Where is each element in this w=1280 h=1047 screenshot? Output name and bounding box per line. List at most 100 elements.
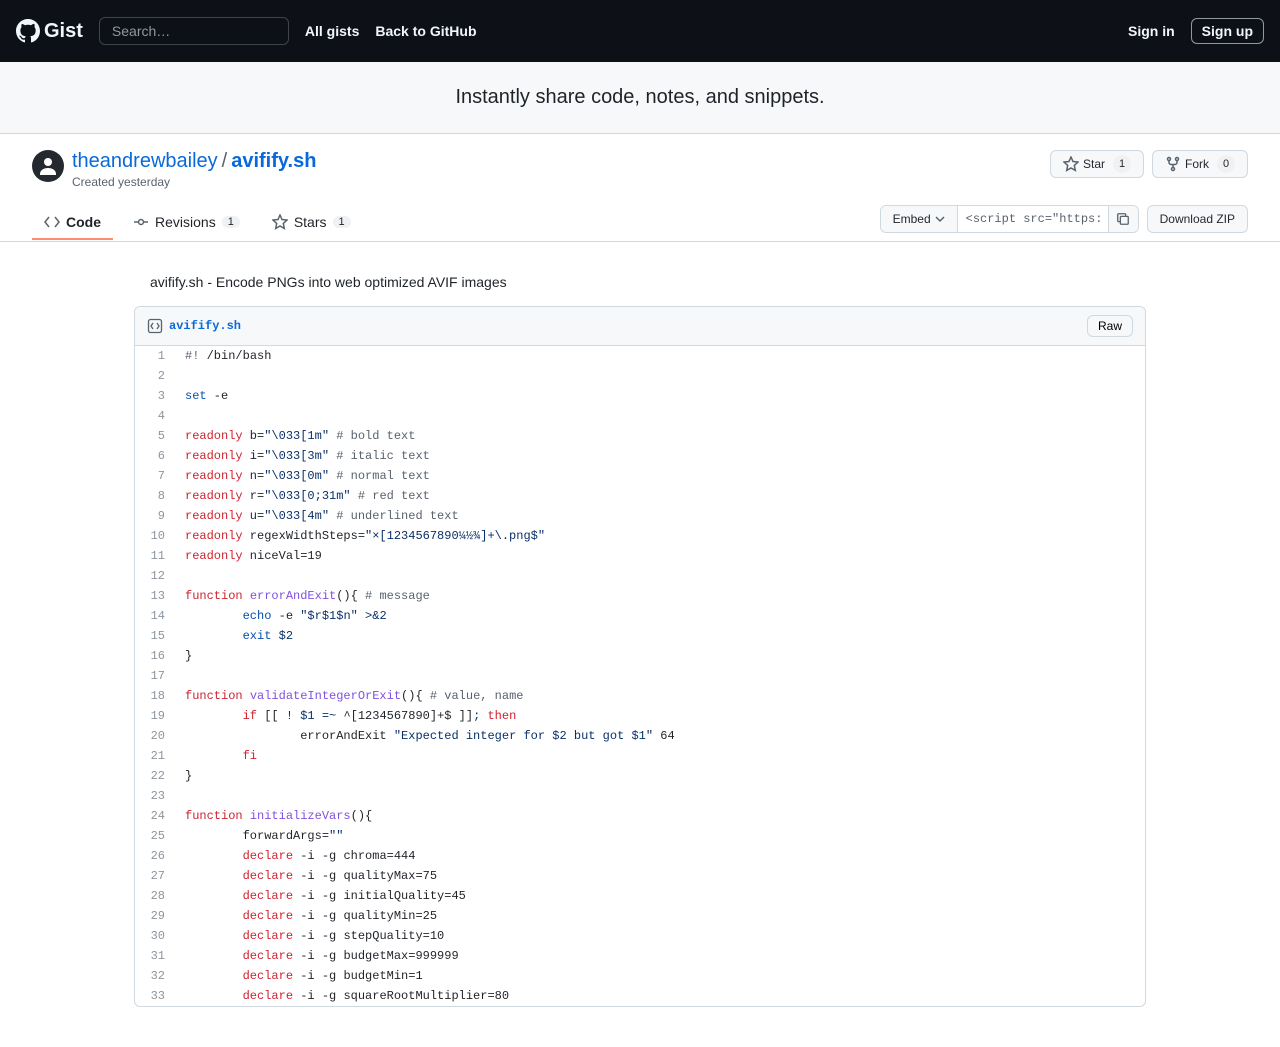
copy-icon — [1116, 212, 1130, 226]
code-line: 24function initializeVars(){ — [135, 806, 1145, 826]
star-button[interactable]: Star 1 — [1050, 150, 1144, 178]
line-number[interactable]: 32 — [135, 966, 175, 986]
line-number[interactable]: 7 — [135, 466, 175, 486]
line-number[interactable]: 19 — [135, 706, 175, 726]
line-number[interactable]: 33 — [135, 986, 175, 1006]
line-content: declare -i -g qualityMin=25 — [175, 906, 1145, 926]
embed-dropdown[interactable]: Embed — [881, 206, 958, 232]
line-number[interactable]: 1 — [135, 346, 175, 366]
path-sep: / — [222, 150, 228, 172]
line-number[interactable]: 5 — [135, 426, 175, 446]
code-line: 11readonly niceVal=19 — [135, 546, 1145, 566]
nav-all-gists[interactable]: All gists — [305, 23, 359, 39]
code-line: 22} — [135, 766, 1145, 786]
code-icon — [44, 214, 60, 230]
line-number[interactable]: 17 — [135, 666, 175, 686]
line-number[interactable]: 15 — [135, 626, 175, 646]
line-content: readonly r="\033[0;31m" # red text — [175, 486, 1145, 506]
line-number[interactable]: 9 — [135, 506, 175, 526]
line-number[interactable]: 27 — [135, 866, 175, 886]
code-line: 21 fi — [135, 746, 1145, 766]
tab-stars[interactable]: Stars 1 — [260, 206, 363, 240]
line-number[interactable]: 8 — [135, 486, 175, 506]
line-number[interactable]: 16 — [135, 646, 175, 666]
tab-code-label: Code — [66, 214, 101, 230]
embed-url-input[interactable] — [958, 206, 1108, 232]
line-number[interactable]: 22 — [135, 766, 175, 786]
created-label: Created yesterday — [72, 175, 316, 189]
chevron-down-icon — [935, 214, 945, 224]
logo-link[interactable]: Gist — [16, 19, 83, 43]
fork-button[interactable]: Fork 0 — [1152, 150, 1248, 178]
line-number[interactable]: 24 — [135, 806, 175, 826]
code-line: 31 declare -i -g budgetMax=999999 — [135, 946, 1145, 966]
line-content: declare -i -g stepQuality=10 — [175, 926, 1145, 946]
line-number[interactable]: 14 — [135, 606, 175, 626]
line-content: declare -i -g budgetMin=1 — [175, 966, 1145, 986]
code-line: 8readonly r="\033[0;31m" # red text — [135, 486, 1145, 506]
signup-button[interactable]: Sign up — [1191, 18, 1264, 44]
line-content: if [[ ! $1 =~ ^[1234567890]+$ ]]; then — [175, 706, 1145, 726]
copy-button[interactable] — [1108, 206, 1138, 232]
line-content: function validateIntegerOrExit(){ # valu… — [175, 686, 1145, 706]
line-number[interactable]: 20 — [135, 726, 175, 746]
file-header: avifify.sh Raw — [135, 307, 1145, 346]
line-number[interactable]: 3 — [135, 386, 175, 406]
line-content: fi — [175, 746, 1145, 766]
gist-description: avifify.sh - Encode PNGs into web optimi… — [134, 258, 1146, 306]
code-line: 18function validateIntegerOrExit(){ # va… — [135, 686, 1145, 706]
line-content: set -e — [175, 386, 1145, 406]
code-line: 29 declare -i -g qualityMin=25 — [135, 906, 1145, 926]
line-number[interactable]: 10 — [135, 526, 175, 546]
line-content: readonly u="\033[4m" # underlined text — [175, 506, 1145, 526]
code-line: 27 declare -i -g qualityMax=75 — [135, 866, 1145, 886]
line-number[interactable]: 6 — [135, 446, 175, 466]
line-number[interactable]: 11 — [135, 546, 175, 566]
gist-header: theandrewbailey/avifify.sh Created yeste… — [0, 134, 1280, 189]
line-content — [175, 566, 1145, 586]
code-line: 5readonly b="\033[1m" # bold text — [135, 426, 1145, 446]
file-name-link[interactable]: avifify.sh — [169, 319, 241, 333]
line-number[interactable]: 12 — [135, 566, 175, 586]
line-content: readonly b="\033[1m" # bold text — [175, 426, 1145, 446]
line-number[interactable]: 4 — [135, 406, 175, 426]
tab-code[interactable]: Code — [32, 206, 113, 240]
line-number[interactable]: 28 — [135, 886, 175, 906]
owner-link[interactable]: theandrewbailey — [72, 150, 218, 172]
code-line: 7readonly n="\033[0m" # normal text — [135, 466, 1145, 486]
search-input[interactable] — [99, 17, 289, 45]
nav-back-to-github[interactable]: Back to GitHub — [375, 23, 476, 39]
logo-text: Gist — [44, 20, 83, 43]
line-content: declare -i -g budgetMax=999999 — [175, 946, 1145, 966]
revisions-count: 1 — [222, 216, 240, 228]
line-number[interactable]: 21 — [135, 746, 175, 766]
line-content: readonly regexWidthSteps="×[1234567890¼½… — [175, 526, 1145, 546]
code-line: 4 — [135, 406, 1145, 426]
line-content: declare -i -g initialQuality=45 — [175, 886, 1145, 906]
signin-link[interactable]: Sign in — [1128, 23, 1175, 39]
line-number[interactable]: 26 — [135, 846, 175, 866]
download-zip-button[interactable]: Download ZIP — [1147, 205, 1248, 233]
code-line: 13function errorAndExit(){ # message — [135, 586, 1145, 606]
line-number[interactable]: 23 — [135, 786, 175, 806]
line-number[interactable]: 25 — [135, 826, 175, 846]
avatar[interactable] — [32, 150, 64, 182]
line-number[interactable]: 2 — [135, 366, 175, 386]
line-content — [175, 666, 1145, 686]
code-line: 25 forwardArgs="" — [135, 826, 1145, 846]
line-number[interactable]: 30 — [135, 926, 175, 946]
line-content: #! /bin/bash — [175, 346, 1145, 366]
line-content: declare -i -g chroma=444 — [175, 846, 1145, 866]
line-number[interactable]: 29 — [135, 906, 175, 926]
gist-path: theandrewbailey/avifify.sh — [72, 150, 316, 173]
tab-revisions[interactable]: Revisions 1 — [121, 206, 252, 240]
line-number[interactable]: 13 — [135, 586, 175, 606]
line-number[interactable]: 18 — [135, 686, 175, 706]
fork-icon — [1165, 156, 1181, 172]
line-content — [175, 786, 1145, 806]
raw-button[interactable]: Raw — [1087, 315, 1133, 337]
filename-link[interactable]: avifify.sh — [231, 150, 316, 172]
line-content: function initializeVars(){ — [175, 806, 1145, 826]
line-number[interactable]: 31 — [135, 946, 175, 966]
code-line: 14 echo -e "$r$1$n" >&2 — [135, 606, 1145, 626]
